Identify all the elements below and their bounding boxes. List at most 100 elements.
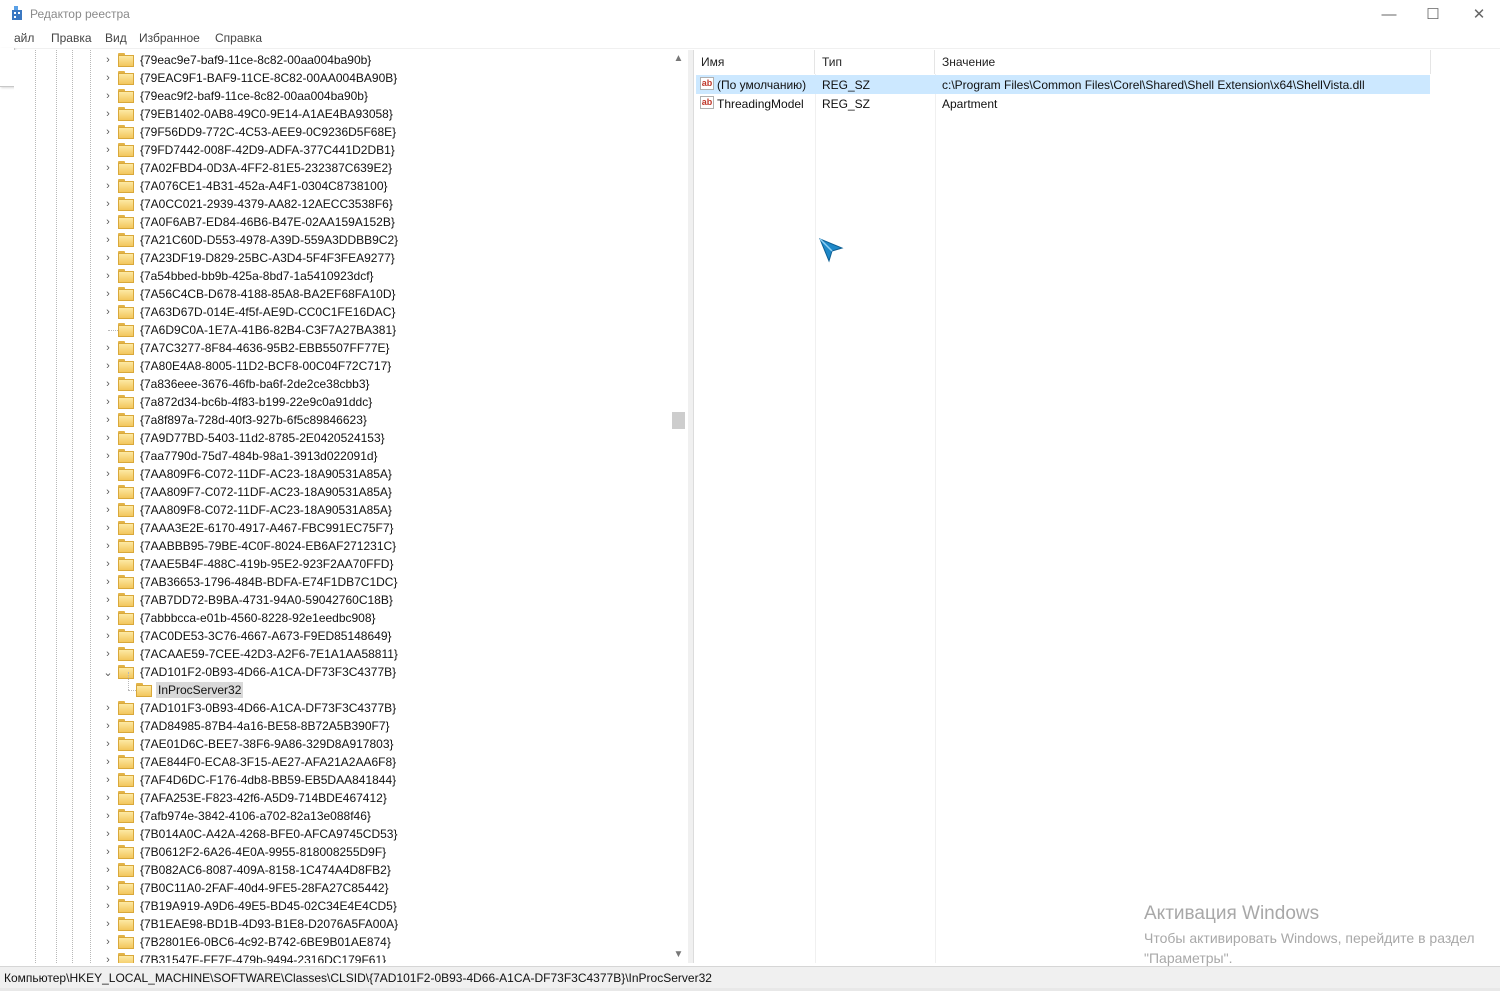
menu-file[interactable]: айл xyxy=(14,31,34,45)
expand-arrow-icon[interactable]: › xyxy=(103,141,113,159)
expand-arrow-icon[interactable]: › xyxy=(103,69,113,87)
expand-arrow-icon[interactable]: › xyxy=(103,771,113,789)
tree-item[interactable]: › {7AA809F7-C072-11DF-AC23-18A90531A85A} xyxy=(14,483,670,501)
menu-help[interactable]: Справка xyxy=(215,31,262,45)
expand-arrow-icon[interactable]: › xyxy=(103,699,113,717)
tree-item[interactable]: › {7A02FBD4-0D3A-4FF2-81E5-232387C639E2} xyxy=(14,159,670,177)
expand-arrow-icon[interactable]: › xyxy=(103,537,113,555)
tree-item[interactable]: › {7B0C11A0-2FAF-40d4-9FE5-28FA27C85442} xyxy=(14,879,670,897)
menu-edit[interactable]: Правка xyxy=(51,31,92,45)
tree-scrollbar[interactable]: ▲ ▼ xyxy=(670,50,687,963)
value-row[interactable]: ab (По умолчанию) REG_SZ c:\Program File… xyxy=(696,75,1430,94)
scroll-up-arrow-icon[interactable]: ▲ xyxy=(670,50,687,67)
tree-item[interactable]: › {7a872d34-bc6b-4f83-b199-22e9c0a91ddc} xyxy=(14,393,670,411)
tree-item[interactable]: › {7A80E4A8-8005-11D2-BCF8-00C04F72C717} xyxy=(14,357,670,375)
expand-arrow-icon[interactable]: › xyxy=(103,897,113,915)
maximize-button[interactable]: ☐ xyxy=(1410,0,1456,28)
expand-arrow-icon[interactable]: › xyxy=(103,357,113,375)
expand-arrow-icon[interactable]: › xyxy=(103,627,113,645)
tree-item[interactable]: › {7AD84985-87B4-4a16-BE58-8B72A5B390F7} xyxy=(14,717,670,735)
tree-item[interactable]: › {7B0612F2-6A26-4E0A-9955-818008255D9F} xyxy=(14,843,670,861)
tree-item[interactable]: › {7B19A919-A9D6-49E5-BD45-02C34E4E4CD5} xyxy=(14,897,670,915)
expand-arrow-icon[interactable]: › xyxy=(103,429,113,447)
tree-item[interactable]: › {7B082AC6-8087-409A-8158-1C474A4D8FB2} xyxy=(14,861,670,879)
tree-item[interactable]: › {7AD101F3-0B93-4D66-A1CA-DF73F3C4377B} xyxy=(14,699,670,717)
tree-item[interactable]: › {7B014A0C-A42A-4268-BFE0-AFCA9745CD53} xyxy=(14,825,670,843)
minimize-button[interactable]: — xyxy=(1366,0,1412,28)
tree-item[interactable]: › {7a8f897a-728d-40f3-927b-6f5c89846623} xyxy=(14,411,670,429)
tree-item[interactable]: › {79EB1402-0AB8-49C0-9E14-A1AE4BA93058} xyxy=(14,105,670,123)
menu-view[interactable]: Вид xyxy=(105,31,127,45)
scroll-down-arrow-icon[interactable]: ▼ xyxy=(670,946,687,963)
expand-arrow-icon[interactable]: › xyxy=(103,303,113,321)
tree-item[interactable]: › {7AABBB95-79BE-4C0F-8024-EB6AF271231C} xyxy=(14,537,670,555)
tree-item[interactable]: › {7A63D67D-014E-4f5f-AE9D-CC0C1FE16DAC} xyxy=(14,303,670,321)
expand-arrow-icon[interactable]: › xyxy=(103,735,113,753)
expand-arrow-icon[interactable]: › xyxy=(103,555,113,573)
expand-arrow-icon[interactable]: › xyxy=(103,249,113,267)
tree-item[interactable]: › {7AA809F6-C072-11DF-AC23-18A90531A85A} xyxy=(14,465,670,483)
tree-item[interactable]: › {7A7C3277-8F84-4636-95B2-EBB5507FF77E} xyxy=(14,339,670,357)
expand-arrow-icon[interactable]: › xyxy=(103,609,113,627)
expand-arrow-icon[interactable]: › xyxy=(103,717,113,735)
expand-arrow-icon[interactable]: › xyxy=(103,267,113,285)
expand-arrow-icon[interactable]: › xyxy=(103,393,113,411)
expand-arrow-icon[interactable]: › xyxy=(103,807,113,825)
tree-item[interactable]: › {7AFA253E-F823-42f6-A5D9-714BDE467412} xyxy=(14,789,670,807)
expand-arrow-icon[interactable]: › xyxy=(103,123,113,141)
expand-arrow-icon[interactable]: › xyxy=(103,573,113,591)
tree-item[interactable]: › {7a836eee-3676-46fb-ba6f-2de2ce38cbb3} xyxy=(14,375,670,393)
tree-item[interactable]: {7A6D9C0A-1E7A-41B6-82B4-C3F7A27BA381} xyxy=(14,321,670,339)
tree-item[interactable]: › {7A0CC021-2939-4379-AA82-12AECC3538F6} xyxy=(14,195,670,213)
tree-item[interactable]: › {7A9D77BD-5403-11d2-8785-2E0420524153} xyxy=(14,429,670,447)
expand-arrow-icon[interactable]: › xyxy=(103,933,113,951)
expand-arrow-icon[interactable]: › xyxy=(103,411,113,429)
expand-arrow-icon[interactable]: › xyxy=(103,177,113,195)
collapse-arrow-icon[interactable]: ⌄ xyxy=(103,663,113,681)
tree-item[interactable]: › {7A0F6AB7-ED84-46B6-B47E-02AA159A152B} xyxy=(14,213,670,231)
scroll-thumb[interactable] xyxy=(672,412,685,429)
tree-item[interactable]: › {7AA809F8-C072-11DF-AC23-18A90531A85A} xyxy=(14,501,670,519)
expand-arrow-icon[interactable]: › xyxy=(103,753,113,771)
expand-arrow-icon[interactable]: › xyxy=(103,285,113,303)
expand-arrow-icon[interactable]: › xyxy=(103,843,113,861)
menu-favorites[interactable]: Избранное xyxy=(139,31,200,45)
value-row[interactable]: ab ThreadingModel REG_SZ Apartment xyxy=(696,94,1430,113)
values-list[interactable]: Имя Тип Значение ab (По умолчанию) REG_S… xyxy=(693,50,1500,963)
expand-arrow-icon[interactable]: › xyxy=(103,879,113,897)
tree-item[interactable]: › {7AAA3E2E-6170-4917-A467-FBC991EC75F7} xyxy=(14,519,670,537)
expand-arrow-icon[interactable]: › xyxy=(103,951,113,963)
tree-item[interactable]: › {7AF4D6DC-F176-4db8-BB59-EB5DAA841844} xyxy=(14,771,670,789)
expand-arrow-icon[interactable]: › xyxy=(103,231,113,249)
tree-item[interactable]: › {7AC0DE53-3C76-4667-A673-F9ED85148649} xyxy=(14,627,670,645)
expand-arrow-icon[interactable]: › xyxy=(103,195,113,213)
tree-item[interactable]: › {7AE844F0-ECA8-3F15-AE27-AFA21A2AA6F8} xyxy=(14,753,670,771)
tree-item[interactable]: › {7afb974e-3842-4106-a702-82a13e088f46} xyxy=(14,807,670,825)
tree-item[interactable]: › {7abbbcca-e01b-4560-8228-92e1eedbc908} xyxy=(14,609,670,627)
tree-item[interactable]: › {7AB36653-1796-484B-BDFA-E74F1DB7C1DC} xyxy=(14,573,670,591)
tree-item[interactable]: › {79FD7442-008F-42D9-ADFA-377C441D2DB1} xyxy=(14,141,670,159)
tree-item[interactable]: › {7AB7DD72-B9BA-4731-94A0-59042760C18B} xyxy=(14,591,670,609)
tree-item[interactable]: › {79eac9f2-baf9-11ce-8c82-00aa004ba90b} xyxy=(14,87,670,105)
tree-item[interactable]: › {7AAE5B4F-488C-419b-95E2-923F2AA70FFD} xyxy=(14,555,670,573)
key-tree[interactable]: › {79eac9e7-baf9-11ce-8c82-00aa004ba90b} ›… xyxy=(14,50,689,963)
expand-arrow-icon[interactable]: › xyxy=(103,105,113,123)
tree-item[interactable]: › {7a54bbed-bb9b-425a-8bd7-1a5410923dcf} xyxy=(14,267,670,285)
expand-arrow-icon[interactable]: › xyxy=(103,447,113,465)
expand-arrow-icon[interactable]: › xyxy=(103,465,113,483)
tree-item[interactable]: › {79EAC9F1-BAF9-11CE-8C82-00AA004BA90B} xyxy=(14,69,670,87)
tree-item[interactable]: › {7B1EAE98-BD1B-4D93-B1E8-D2076A5FA00A} xyxy=(14,915,670,933)
tree-item[interactable]: ⌄ {7AD101F2-0B93-4D66-A1CA-DF73F3C4377B} xyxy=(14,663,670,681)
close-button[interactable]: ✕ xyxy=(1456,0,1500,28)
tree-item[interactable]: › {7aa7790d-75d7-484b-98a1-3913d022091d} xyxy=(14,447,670,465)
expand-arrow-icon[interactable]: › xyxy=(103,915,113,933)
expand-arrow-icon[interactable]: › xyxy=(103,825,113,843)
tree-item[interactable]: › {7B31547F-FF7F-479b-9494-2316DC179F61} xyxy=(14,951,670,963)
expand-arrow-icon[interactable]: › xyxy=(103,861,113,879)
tree-item[interactable]: › {7A56C4CB-D678-4188-85A8-BA2EF68FA10D} xyxy=(14,285,670,303)
expand-arrow-icon[interactable]: › xyxy=(103,519,113,537)
expand-arrow-icon[interactable]: › xyxy=(103,339,113,357)
expand-arrow-icon[interactable]: › xyxy=(103,375,113,393)
expand-arrow-icon[interactable]: › xyxy=(103,483,113,501)
expand-arrow-icon[interactable]: › xyxy=(103,87,113,105)
